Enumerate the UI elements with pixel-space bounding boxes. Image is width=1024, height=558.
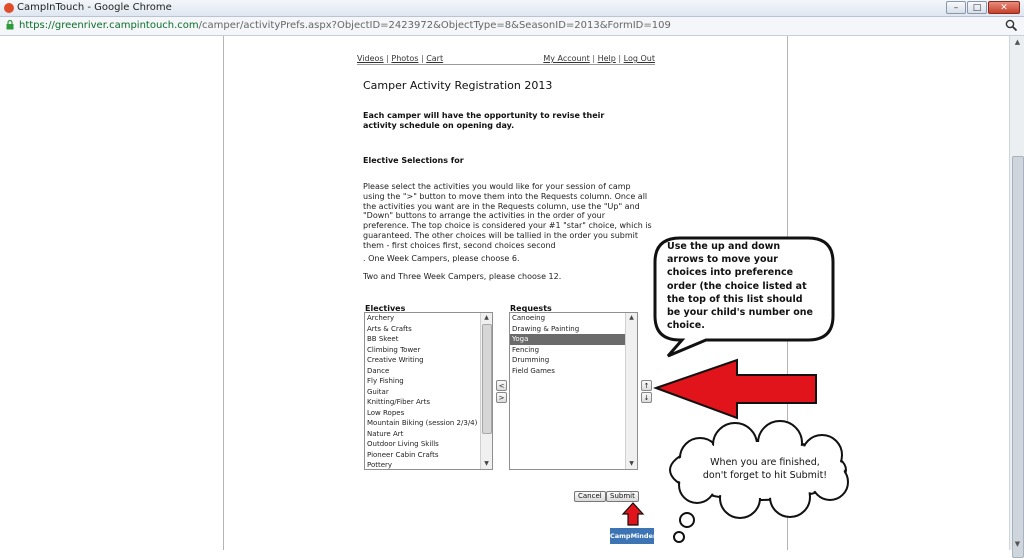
speech-bubble-text: Use the up and down arrows to move your … bbox=[667, 241, 813, 332]
requests-scroll-up-icon[interactable]: ▲ bbox=[626, 313, 637, 323]
electives-list-item[interactable]: Arts & Crafts bbox=[365, 324, 480, 335]
add-request-button[interactable]: > bbox=[496, 392, 507, 403]
electives-list-item[interactable]: Creative Writing bbox=[365, 355, 480, 366]
requests-list-item[interactable]: Field Games bbox=[510, 366, 625, 377]
electives-list-item[interactable]: Dance bbox=[365, 366, 480, 377]
instructions-text: Please select the activities you would l… bbox=[363, 182, 652, 250]
page-scrollbar-thumb[interactable] bbox=[1012, 156, 1024, 558]
remove-request-button[interactable]: < bbox=[496, 380, 507, 391]
red-arrow-up-icon bbox=[621, 502, 645, 526]
nav-left: Videos | Photos | Cart bbox=[357, 54, 444, 63]
electives-list-item[interactable]: Low Ropes bbox=[365, 408, 480, 419]
requests-list-item[interactable]: Drawing & Painting bbox=[510, 324, 625, 335]
electives-list-item[interactable]: BB Skeet bbox=[365, 334, 480, 345]
minimize-button[interactable]: – bbox=[946, 1, 966, 14]
url-scheme: https:// bbox=[19, 20, 55, 31]
electives-list-item[interactable]: Nature Art bbox=[365, 429, 480, 440]
campintouch-favicon-icon bbox=[4, 3, 14, 13]
nav-link-my-account[interactable]: My Account bbox=[543, 54, 589, 63]
magnifier-icon[interactable] bbox=[1005, 19, 1018, 32]
address-bar[interactable]: https://greenriver.campintouch.com/campe… bbox=[0, 17, 1024, 36]
electives-list-item[interactable]: Archery bbox=[365, 313, 480, 324]
requests-list-item[interactable]: Yoga bbox=[510, 334, 625, 345]
electives-items: Archery Arts & Crafts BB Skeet Climbing Tow… bbox=[365, 313, 480, 469]
url-path: /camper/activityPrefs.aspx?ObjectID=2423… bbox=[198, 20, 671, 31]
electives-list-item[interactable]: Pioneer Cabin Crafts bbox=[365, 450, 480, 461]
electives-scroll-up-icon[interactable]: ▲ bbox=[481, 313, 492, 323]
nav-link-cart[interactable]: Cart bbox=[426, 54, 443, 63]
nav-link-photos[interactable]: Photos bbox=[391, 54, 418, 63]
url-text[interactable]: https://greenriver.campintouch.com/campe… bbox=[19, 20, 671, 31]
thought-cloud-text: When you are finished, don't forget to h… bbox=[702, 457, 828, 481]
submit-button[interactable]: Submit bbox=[606, 491, 639, 502]
window-controls: – □ ✕ bbox=[946, 1, 1020, 15]
electives-listbox[interactable]: Archery Arts & Crafts BB Skeet Climbing Tow… bbox=[364, 312, 493, 470]
close-window-button[interactable]: ✕ bbox=[988, 1, 1020, 14]
page-left-border bbox=[223, 36, 224, 550]
electives-scrollbar[interactable]: ▲ ▼ bbox=[480, 313, 492, 469]
nav-divider bbox=[357, 64, 655, 65]
nav-link-help[interactable]: Help bbox=[598, 54, 616, 63]
two-three-week-instruction: Two and Three Week Campers, please choos… bbox=[363, 272, 562, 281]
nav-right: My Account | Help | Log Out bbox=[543, 54, 655, 63]
page-scrollbar[interactable]: ▲ ▼ bbox=[1009, 36, 1024, 558]
electives-scroll-thumb[interactable] bbox=[482, 324, 492, 434]
electives-list-item[interactable]: Climbing Tower bbox=[365, 345, 480, 356]
requests-scroll-down-icon[interactable]: ▼ bbox=[626, 459, 637, 469]
move-down-button[interactable]: ↓ bbox=[641, 392, 652, 403]
electives-list-item[interactable]: Pottery bbox=[365, 460, 480, 469]
electives-list-item[interactable]: Knitting/Fiber Arts bbox=[365, 397, 480, 408]
elective-heading: Elective Selections for bbox=[363, 156, 464, 165]
lock-icon bbox=[6, 20, 14, 30]
requests-list-item[interactable]: Fencing bbox=[510, 345, 625, 356]
cancel-button[interactable]: Cancel bbox=[574, 491, 606, 502]
requests-list-item[interactable]: Drumming bbox=[510, 355, 625, 366]
one-week-instruction: . One Week Campers, please choose 6. bbox=[363, 254, 520, 263]
electives-list-item[interactable]: Fly Fishing bbox=[365, 376, 480, 387]
window-title: CampInTouch - Google Chrome bbox=[17, 2, 172, 13]
notice-text: Each camper will have the opportunity to… bbox=[363, 111, 605, 130]
requests-list-item[interactable]: Canoeing bbox=[510, 313, 625, 324]
top-navigation: Videos | Photos | Cart My Account | Help… bbox=[357, 54, 655, 63]
nav-link-log-out[interactable]: Log Out bbox=[624, 54, 655, 63]
requests-items: Canoeing Drawing & Painting Yoga Fencing Dru… bbox=[510, 313, 625, 376]
maximize-button[interactable]: □ bbox=[967, 1, 987, 14]
requests-listbox[interactable]: Canoeing Drawing & Painting Yoga Fencing Dru… bbox=[509, 312, 638, 470]
page-title: Camper Activity Registration 2013 bbox=[363, 79, 553, 92]
url-host: greenriver.campintouch.com bbox=[54, 20, 199, 31]
move-up-button[interactable]: ↑ bbox=[641, 380, 652, 391]
nav-link-videos[interactable]: Videos bbox=[357, 54, 384, 63]
electives-list-item[interactable]: Mountain Biking (session 2/3/4) bbox=[365, 418, 480, 429]
scroll-up-arrow-icon[interactable]: ▲ bbox=[1010, 36, 1024, 48]
browser-title-bar: CampInTouch - Google Chrome – □ ✕ bbox=[0, 0, 1024, 17]
scroll-down-arrow-icon[interactable]: ▼ bbox=[1010, 538, 1024, 550]
electives-scroll-down-icon[interactable]: ▼ bbox=[481, 459, 492, 469]
requests-scrollbar[interactable]: ▲ ▼ bbox=[625, 313, 637, 469]
red-arrow-left-icon bbox=[653, 358, 817, 420]
electives-list-item[interactable]: Guitar bbox=[365, 387, 480, 398]
campminder-logo: CampMinder bbox=[610, 528, 656, 544]
electives-list-item[interactable]: Outdoor Living Skills bbox=[365, 439, 480, 450]
